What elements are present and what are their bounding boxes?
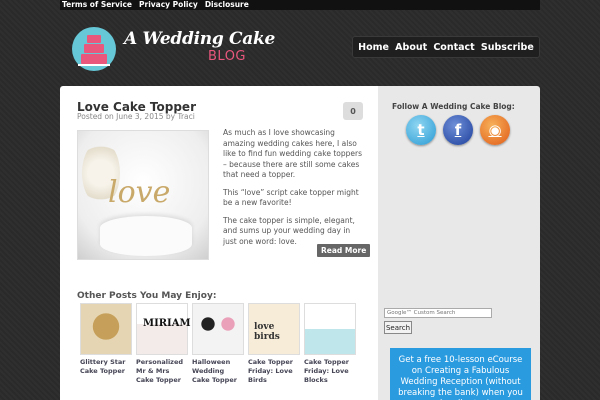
- facebook-icon[interactable]: f: [443, 115, 473, 145]
- cake-decoration: [100, 216, 192, 256]
- rss-icon[interactable]: ◉: [480, 115, 510, 145]
- related-post-thumbnail[interactable]: [192, 303, 244, 355]
- related-post[interactable]: Glittery Star Cake Topper: [80, 303, 132, 385]
- logo-subtitle: BLOG: [208, 49, 247, 64]
- thumbnail-text: love birds: [254, 322, 280, 342]
- post-paragraph: As much as I love showcasing amazing wed…: [223, 128, 363, 179]
- nav-contact[interactable]: Contact: [433, 42, 474, 53]
- search-input[interactable]: [384, 308, 492, 318]
- related-post-caption[interactable]: Halloween Wedding Cake Topper: [192, 358, 244, 385]
- related-posts: Glittery Star Cake Topper MIRIAM Persona…: [80, 303, 356, 385]
- terms-link[interactable]: Terms of Service: [62, 0, 132, 10]
- related-post-caption[interactable]: Glittery Star Cake Topper: [80, 358, 132, 376]
- related-post-thumbnail[interactable]: [80, 303, 132, 355]
- related-post-thumbnail[interactable]: love birds: [248, 303, 300, 355]
- post-meta: Posted on June 3, 2015 by Traci: [77, 112, 195, 121]
- comment-count-badge[interactable]: 0: [343, 102, 363, 120]
- post-image[interactable]: love: [77, 130, 209, 260]
- top-nav: Terms of Service Privacy Policy Disclosu…: [62, 0, 249, 10]
- nav-about[interactable]: About: [395, 42, 427, 53]
- post-paragraph: This “love” script cake topper might be …: [223, 187, 359, 208]
- related-post[interactable]: Cake Topper Friday: Love Blocks: [304, 303, 356, 385]
- search-button[interactable]: Search: [384, 321, 412, 334]
- post-paragraph: The cake topper is simple, elegant, and …: [223, 215, 355, 246]
- ecourse-promo[interactable]: Get a free 10-lesson eCourse on Creating…: [390, 348, 531, 400]
- related-post-caption[interactable]: Cake Topper Friday: Love Blocks: [304, 358, 356, 385]
- main-nav: Home About Contact Subscribe: [352, 36, 540, 58]
- related-post[interactable]: Halloween Wedding Cake Topper: [192, 303, 244, 385]
- related-post-caption[interactable]: Personalized Mr & Mrs Cake Topper: [136, 358, 188, 385]
- related-post-thumbnail[interactable]: [304, 303, 356, 355]
- nav-subscribe[interactable]: Subscribe: [481, 42, 534, 53]
- related-post[interactable]: MIRIAM Personalized Mr & Mrs Cake Topper: [136, 303, 191, 385]
- sidebar: Follow A Wedding Cake Blog: t f ◉ Search…: [378, 86, 540, 400]
- site-logo[interactable]: A Wedding Cake BLOG: [72, 27, 275, 71]
- read-more-button[interactable]: Read More: [317, 244, 371, 257]
- privacy-link[interactable]: Privacy Policy: [139, 0, 198, 10]
- thumbnail-text: MIRIAM: [143, 318, 191, 329]
- cake-logo-icon: [72, 27, 116, 71]
- related-post[interactable]: love birds Cake Topper Friday: Love Bird…: [248, 303, 300, 385]
- related-post-caption[interactable]: Cake Topper Friday: Love Birds: [248, 358, 300, 385]
- follow-label: Follow A Wedding Cake Blog:: [392, 102, 515, 111]
- related-post-thumbnail[interactable]: MIRIAM: [136, 303, 191, 355]
- nav-home[interactable]: Home: [358, 42, 389, 53]
- logo-title: A Wedding Cake: [124, 29, 275, 49]
- twitter-icon[interactable]: t: [406, 115, 436, 145]
- disclosure-link[interactable]: Disclosure: [205, 0, 249, 10]
- love-script-topper: love: [108, 175, 171, 210]
- main-content: Love Cake Topper Posted on June 3, 2015 …: [60, 86, 378, 400]
- post-excerpt: As much as I love showcasing amazing wed…: [223, 128, 365, 254]
- other-posts-heading: Other Posts You May Enjoy:: [77, 291, 217, 301]
